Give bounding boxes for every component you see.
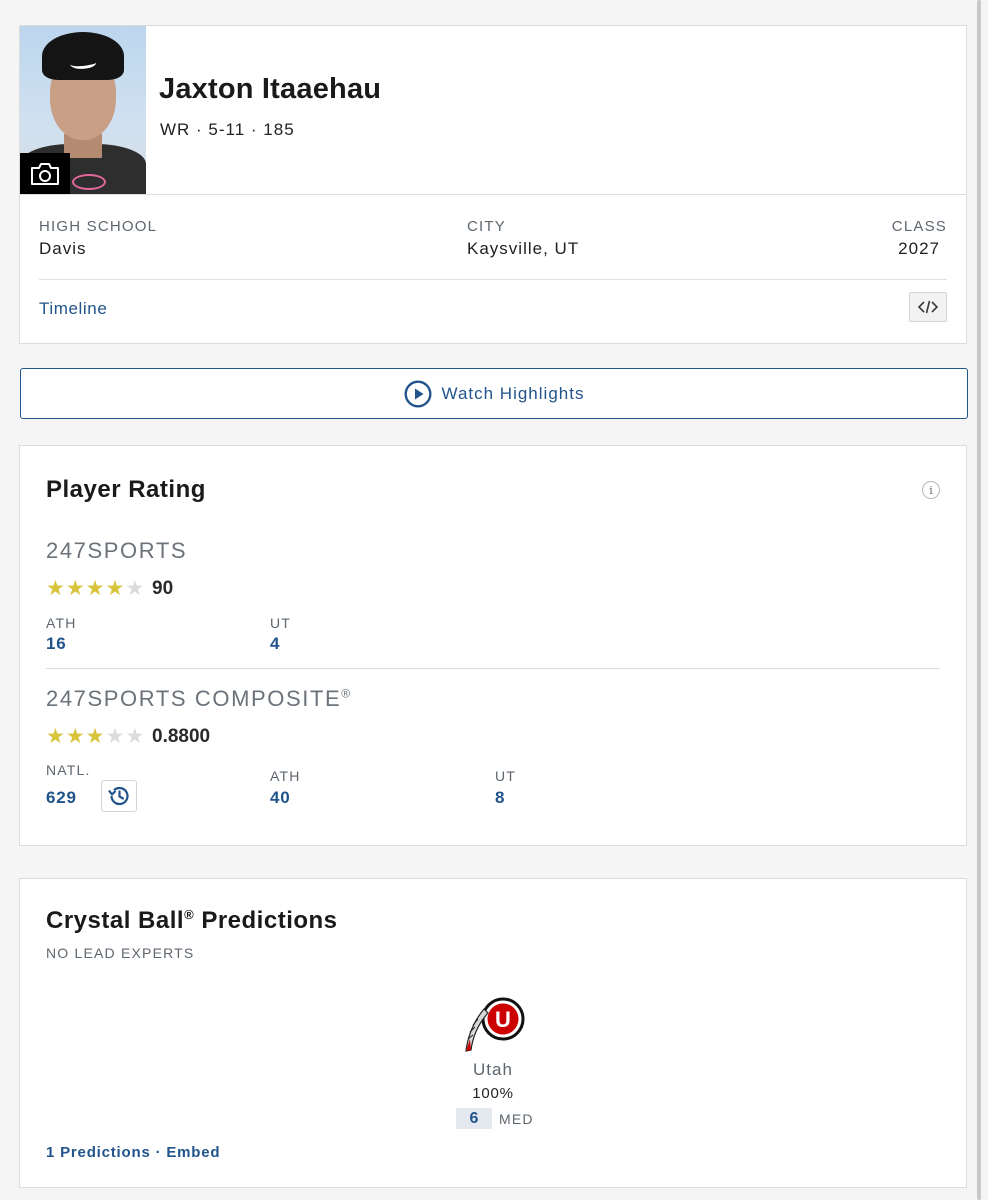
predictions-count-link[interactable]: 1 Predictions (46, 1144, 151, 1161)
watch-highlights-label: Watch Highlights (441, 383, 585, 403)
player-photo[interactable] (20, 26, 146, 194)
star-icon: ★ (105, 724, 125, 748)
city-value: Kaysville, UT (467, 239, 580, 258)
class-value: 2027 (898, 239, 940, 258)
embed-code-button[interactable] (909, 292, 947, 322)
rank-history-button[interactable] (101, 780, 137, 812)
star-icon: ★ (65, 724, 85, 748)
rank-value-state[interactable]: 4 (270, 634, 280, 654)
embed-code-icon (918, 300, 938, 314)
rank-value-position[interactable]: 40 (270, 788, 291, 808)
rank-label-position: ATH (270, 768, 301, 784)
star-icon: ★ (85, 724, 105, 748)
247sports-score: 90 (152, 578, 174, 599)
247sports-stars: ★ ★ ★ ★ ★ (46, 578, 144, 599)
lead-experts-label: NO LEAD EXPERTS (46, 945, 195, 961)
composite-title: 247SPORTS COMPOSITE® (46, 686, 351, 711)
team-prediction-percent: 100% (472, 1085, 514, 1102)
player-position-size: WR · 5-11 · 185 (160, 120, 295, 139)
star-icon: ★ (46, 576, 65, 600)
svg-text:U: U (495, 1007, 511, 1032)
247sports-title: 247SPORTS (46, 538, 188, 563)
rank-label-state: UT (495, 768, 517, 784)
scrollbar[interactable] (977, 0, 981, 1200)
player-rating-card: Player Rating i 247SPORTS ★ ★ ★ ★ ★ 90 ATH 1… (19, 445, 967, 846)
embed-link[interactable]: Embed (166, 1144, 220, 1161)
crystal-ball-title: Crystal Ball® Predictions (46, 907, 338, 934)
confidence-label: MED (499, 1111, 534, 1127)
star-icon: ★ (46, 724, 65, 748)
rank-value-ath[interactable]: 16 (46, 634, 67, 654)
rank-value-national[interactable]: 629 (46, 788, 77, 808)
timeline-link[interactable]: Timeline (39, 299, 107, 319)
player-name: Jaxton Itaaehau (159, 73, 382, 105)
star-icon: ★ (125, 576, 145, 600)
star-icon: ★ (125, 724, 145, 748)
city-label: CITY (467, 218, 506, 235)
player-rating-title: Player Rating (46, 476, 206, 503)
player-profile-card: Jaxton Itaaehau WR · 5-11 · 185 HIGH SCH… (19, 25, 967, 344)
play-circle-icon (404, 379, 432, 408)
class-label: CLASS (891, 218, 947, 235)
star-icon: ★ (105, 576, 125, 600)
info-icon[interactable]: i (922, 481, 940, 499)
rank-label-state: UT (270, 615, 292, 631)
watch-highlights-button[interactable]: Watch Highlights (20, 368, 968, 419)
rank-label-ath: ATH (46, 615, 77, 631)
team-name[interactable]: Utah (20, 1060, 966, 1080)
rank-label-national: NATL. (46, 762, 91, 778)
rank-value-state[interactable]: 8 (495, 788, 505, 808)
predictions-footer: 1 Predictions · Embed (46, 1144, 221, 1161)
high-school-label: HIGH SCHOOL (39, 218, 158, 235)
high-school-value: Davis (39, 239, 87, 258)
history-icon (108, 786, 129, 806)
camera-icon[interactable] (20, 153, 70, 194)
composite-stars: ★ ★ ★ ★ ★ (46, 726, 144, 747)
utah-logo[interactable]: U (460, 995, 528, 1057)
star-icon: ★ (65, 576, 85, 600)
confidence-score: 6 (456, 1108, 492, 1129)
star-icon: ★ (85, 576, 105, 600)
composite-score: 0.8800 (152, 726, 211, 747)
crystal-ball-card: Crystal Ball® Predictions NO LEAD EXPERT… (19, 878, 967, 1188)
